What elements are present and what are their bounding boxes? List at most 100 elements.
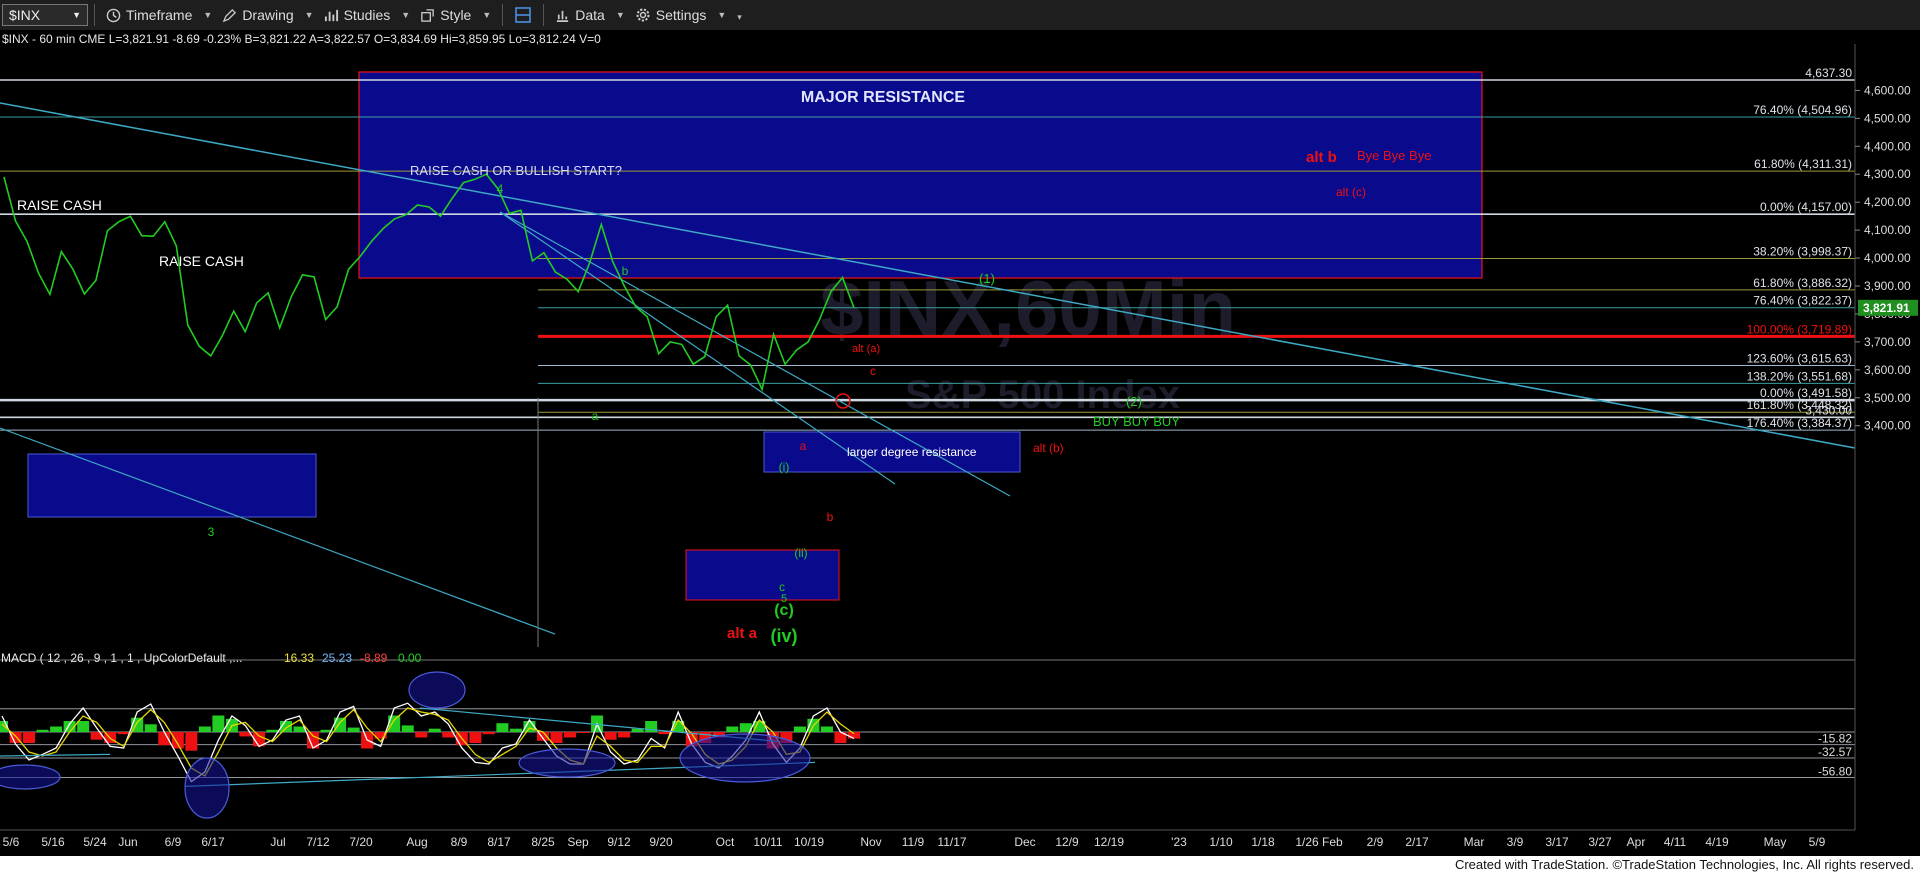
annotation-raise-cash-2: RAISE CASH (159, 253, 244, 269)
time-axis-label: Oct (716, 835, 735, 849)
pencil-icon (222, 8, 237, 23)
time-axis-label: 4/11 (1664, 835, 1687, 849)
chart-header: $INX - 60 min CME L=3,821.91 -8.69 -0.23… (2, 32, 601, 46)
fib-level-label: 100.00% (3,719.89) (1747, 322, 1852, 336)
time-axis-label: Jul (270, 835, 285, 849)
macd-histogram-bar (23, 732, 36, 743)
macd-histogram-bar (428, 728, 441, 732)
time-axis-label: Jun (118, 835, 137, 849)
last-price-label: 3,821.91 (1863, 301, 1910, 315)
macd-header-value: 25.23 (322, 651, 352, 665)
annotation-buy-buy-buy: BUY BUY BUY (1093, 414, 1180, 429)
drawing-label: Drawing (242, 7, 294, 23)
data-label: Data (575, 7, 605, 23)
annotation-w2p: (2) (1126, 394, 1142, 409)
caret-down-icon: ▼ (304, 10, 314, 20)
price-axis-label: 3,900.00 (1864, 279, 1911, 293)
macd-histogram-bar (117, 732, 130, 735)
price-axis-label: 3,400.00 (1864, 419, 1911, 433)
price-chart[interactable]: $INX - 60 min CME L=3,821.91 -8.69 -0.23… (0, 30, 1920, 856)
macd-histogram-bar (577, 732, 590, 733)
studies-label: Studies (343, 7, 391, 23)
price-axis-label: 3,700.00 (1864, 335, 1911, 349)
fib-level-label: 61.80% (4,311.31) (1754, 157, 1852, 171)
macd-histogram-bar (482, 732, 495, 735)
time-axis-label: 2/17 (1405, 835, 1429, 849)
time-axis-label: 8/9 (451, 835, 468, 849)
symbol-input[interactable]: $INX ▼ (2, 4, 88, 26)
macd-histogram-bar (266, 729, 279, 732)
macd-histogram-bar (658, 732, 671, 735)
macd-header-value: -8.89 (360, 651, 388, 665)
macd-histogram-bar (793, 726, 806, 732)
price-axis-label: 4,400.00 (1864, 139, 1911, 153)
macd-histogram-bar (144, 724, 157, 732)
symbol-value: $INX (9, 7, 41, 23)
fib-level-label: 38.20% (3,998.37) (1753, 245, 1852, 259)
macd-histogram-bar (36, 729, 49, 732)
time-axis-label: 8/17 (487, 835, 511, 849)
macd-histogram-bar (726, 726, 739, 732)
price-axis-label: 4,300.00 (1864, 167, 1911, 181)
time-axis-label: 1/18 (1251, 835, 1275, 849)
gear-icon (635, 7, 651, 23)
time-axis-label: 3/9 (1507, 835, 1524, 849)
time-axis-label: 10/11 (753, 835, 782, 849)
time-axis-label: 7/12 (306, 835, 330, 849)
fib-level-label: 176.40% (3,384.37) (1747, 416, 1852, 430)
time-axis-label: 1/26 Feb (1295, 835, 1343, 849)
style-menu[interactable]: Style ▼ (415, 7, 496, 23)
studies-icon (324, 8, 339, 23)
fib-level-label: 138.20% (3,551.68) (1747, 369, 1852, 383)
time-axis-label: 10/19 (794, 835, 824, 849)
time-axis-label: 5/16 (41, 835, 65, 849)
fib-level-label: 76.40% (4,504.96) (1753, 103, 1852, 117)
drawing-menu[interactable]: Drawing ▼ (217, 7, 318, 23)
macd-histogram-bar (415, 732, 428, 738)
caret-down-icon: ▼ (482, 10, 492, 20)
caret-down-icon: ▼ (717, 10, 727, 20)
toolbar-divider (502, 4, 504, 26)
chart-toolbar: $INX ▼ Timeframe ▼ Drawing ▼ Studies ▼ S… (0, 0, 1920, 31)
toolbar-divider (543, 4, 545, 26)
macd-histogram-bar (604, 732, 617, 740)
price-axis-background (1855, 44, 1920, 834)
macd-histogram-bar (550, 732, 563, 743)
chevron-down-icon: ▼ (72, 10, 81, 20)
macd-histogram-bar (347, 727, 360, 732)
price-axis-label: 3,500.00 (1864, 391, 1911, 405)
timeframe-label: Timeframe (126, 7, 193, 23)
price-axis-label: 4,100.00 (1864, 223, 1911, 237)
timeframe-menu[interactable]: Timeframe ▼ (101, 7, 217, 23)
macd-header-value: 16.33 (284, 651, 314, 665)
style-icon (420, 8, 435, 23)
fib-level-label: 0.00% (4,157.00) (1760, 200, 1852, 214)
time-axis-label: '23 (1171, 835, 1187, 849)
caret-down-icon: ▼ (203, 10, 213, 20)
annotation-raise-cash-or-bullish: RAISE CASH OR BULLISH START? (410, 163, 622, 178)
annotation-red-b: b (827, 510, 834, 524)
time-axis-label: Apr (1627, 835, 1646, 849)
studies-menu[interactable]: Studies ▼ (319, 7, 416, 23)
support-box-october (685, 549, 840, 601)
annotation-alt-c: alt (c) (1336, 185, 1366, 199)
macd-header-value: 0.00 (398, 651, 422, 665)
data-menu[interactable]: Data ▼ (550, 7, 630, 23)
macd-histogram-bar (469, 732, 482, 743)
annotation-wi: (i) (779, 460, 790, 474)
annotation-alt-b: alt b (1306, 149, 1337, 166)
macd-highlight-ellipse (0, 764, 61, 790)
price-axis-label: 4,600.00 (1864, 83, 1911, 97)
time-axis-label: 4/19 (1705, 835, 1729, 849)
time-axis-label: Sep (567, 835, 589, 849)
settings-label: Settings (655, 7, 707, 23)
annotation-w3: 3 (208, 525, 215, 539)
data-icon (555, 8, 570, 23)
time-axis-label: 6/17 (201, 835, 225, 849)
annotation-wa: a (592, 409, 599, 423)
macd-histogram-bar (212, 715, 225, 732)
layout-button[interactable] (509, 6, 537, 24)
macd-highlight-ellipse (518, 748, 616, 778)
settings-menu[interactable]: Settings ▼ ▾ (630, 7, 747, 23)
time-axis-label: Dec (1014, 835, 1035, 849)
